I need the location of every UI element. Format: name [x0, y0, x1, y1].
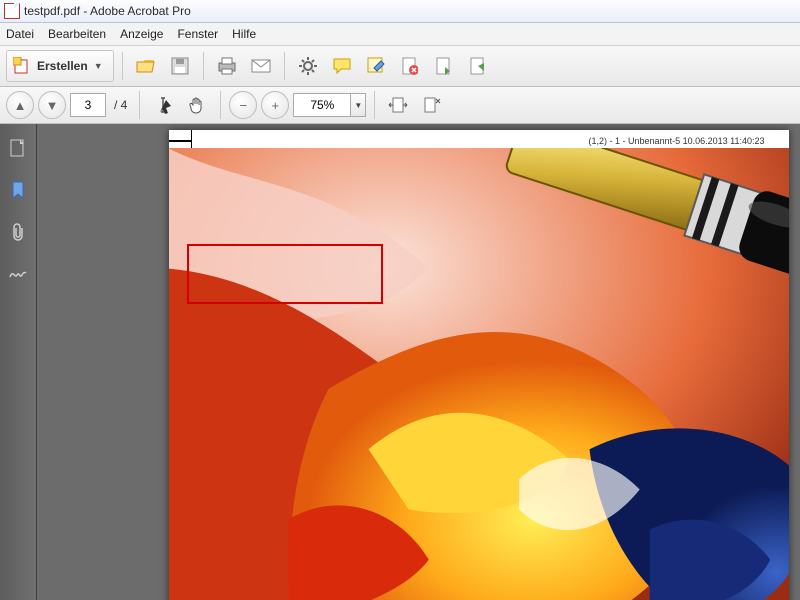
- save-button[interactable]: [165, 51, 195, 81]
- page-share-icon: [470, 57, 486, 75]
- page-delete-icon: [402, 57, 418, 75]
- bookmarks-panel-button[interactable]: [8, 180, 28, 200]
- create-button[interactable]: Erstellen ▼: [6, 50, 114, 82]
- fit-width-button[interactable]: [383, 90, 413, 120]
- separator: [374, 91, 375, 119]
- attachments-panel-button[interactable]: [8, 222, 28, 242]
- speech-bubble-icon: [333, 58, 351, 74]
- page-image: [169, 148, 789, 600]
- delete-page-button[interactable]: [395, 51, 425, 81]
- pdf-page: (1,2) - 1 - Unbenannt-5 10.06.2013 11:40…: [169, 130, 789, 600]
- zoom-out-button[interactable]: −: [229, 91, 257, 119]
- create-pdf-icon: [13, 57, 31, 75]
- menu-fenster[interactable]: Fenster: [177, 27, 218, 41]
- toolbar-nav: ▲ ▼ / 4 − + 75% ▼: [0, 87, 800, 124]
- titlebar: testpdf.pdf - Adobe Acrobat Pro: [0, 0, 800, 23]
- zoom-value[interactable]: 75%: [293, 93, 351, 117]
- zoom-in-button[interactable]: +: [261, 91, 289, 119]
- note-edit-icon: [367, 57, 385, 75]
- toolbar-main: Erstellen ▼: [0, 46, 800, 87]
- create-label: Erstellen: [37, 59, 88, 73]
- printer-icon: [217, 57, 237, 75]
- fit-page-icon: [422, 96, 442, 114]
- chevron-down-icon: ▼: [94, 61, 103, 71]
- email-button[interactable]: [246, 51, 276, 81]
- workspace: (1,2) - 1 - Unbenannt-5 10.06.2013 11:40…: [0, 124, 800, 600]
- hand-icon: [188, 96, 206, 114]
- prev-page-button[interactable]: ▲: [6, 91, 34, 119]
- navigation-pane: [0, 124, 37, 600]
- bookmark-icon: [11, 181, 25, 199]
- paperclip-icon: [11, 223, 25, 241]
- signature-icon: [9, 267, 27, 281]
- window-title: testpdf.pdf - Adobe Acrobat Pro: [24, 4, 191, 18]
- page-total-label: / 4: [114, 98, 127, 112]
- pdf-file-icon: [4, 3, 20, 19]
- chevron-down-icon: ▼: [354, 101, 362, 110]
- floppy-disk-icon: [171, 57, 189, 75]
- page-number-input[interactable]: [70, 93, 106, 117]
- minus-icon: −: [240, 98, 248, 113]
- menu-hilfe[interactable]: Hilfe: [232, 27, 256, 41]
- comment-button[interactable]: [327, 51, 357, 81]
- gear-icon: [299, 57, 317, 75]
- envelope-icon: [251, 59, 271, 73]
- print-button[interactable]: [212, 51, 242, 81]
- menu-anzeige[interactable]: Anzeige: [120, 27, 163, 41]
- hand-tool-button[interactable]: [182, 90, 212, 120]
- plus-icon: +: [272, 98, 280, 113]
- page-stamp-text: (1,2) - 1 - Unbenannt-5 10.06.2013 11:40…: [589, 136, 765, 146]
- separator: [139, 91, 140, 119]
- signatures-panel-button[interactable]: [8, 264, 28, 284]
- menu-datei[interactable]: Datei: [6, 27, 34, 41]
- next-page-button[interactable]: ▼: [38, 91, 66, 119]
- menubar: Datei Bearbeiten Anzeige Fenster Hilfe: [0, 23, 800, 46]
- separator: [284, 52, 285, 80]
- page-thumbnails-icon: [10, 139, 26, 157]
- page-export-icon: [436, 57, 452, 75]
- menu-bearbeiten[interactable]: Bearbeiten: [48, 27, 106, 41]
- arrow-up-icon: ▲: [14, 98, 27, 113]
- separator: [203, 52, 204, 80]
- share-page-button[interactable]: [463, 51, 493, 81]
- folder-open-icon: [136, 58, 156, 74]
- text-cursor-icon: [154, 96, 172, 114]
- edit-comment-button[interactable]: [361, 51, 391, 81]
- thumbnails-panel-button[interactable]: [8, 138, 28, 158]
- open-button[interactable]: [131, 51, 161, 81]
- select-tool-button[interactable]: [148, 90, 178, 120]
- export-page-button[interactable]: [429, 51, 459, 81]
- separator: [220, 91, 221, 119]
- separator: [122, 52, 123, 80]
- arrow-down-icon: ▼: [46, 98, 59, 113]
- zoom-dropdown[interactable]: ▼: [351, 93, 366, 117]
- document-area[interactable]: (1,2) - 1 - Unbenannt-5 10.06.2013 11:40…: [37, 124, 800, 600]
- fit-page-button[interactable]: [417, 90, 447, 120]
- settings-button[interactable]: [293, 51, 323, 81]
- fit-width-icon: [388, 96, 408, 114]
